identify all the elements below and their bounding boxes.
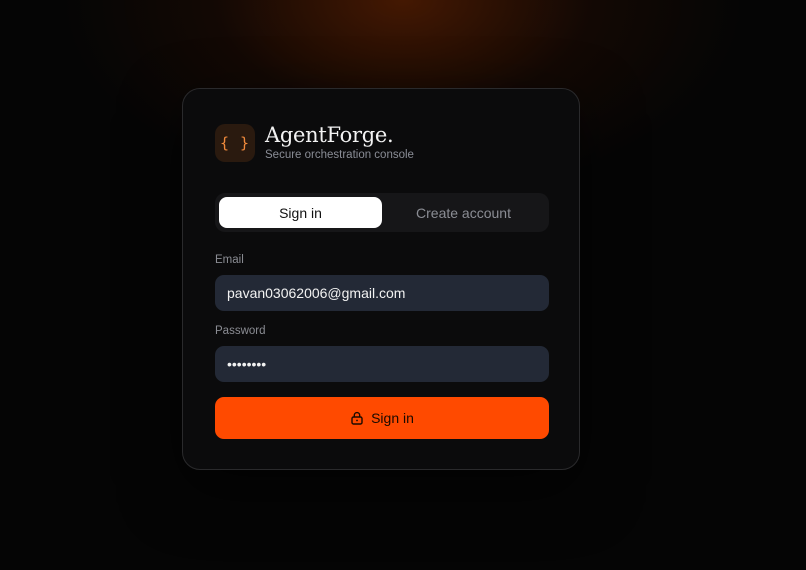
brand-header: { } AgentForge. Secure orchestration con… xyxy=(215,123,414,162)
brand-title: AgentForge. xyxy=(265,123,394,147)
sign-in-card: { } AgentForge. Secure orchestration con… xyxy=(182,88,580,470)
tab-sign-in[interactable]: Sign in xyxy=(219,197,382,228)
tab-create-account[interactable]: Create account xyxy=(382,197,545,228)
curly-braces-logo-icon: { } xyxy=(215,123,255,162)
email-field[interactable] xyxy=(215,275,549,311)
sign-in-button[interactable]: Sign in xyxy=(215,397,549,439)
email-label: Email xyxy=(215,254,244,266)
password-field[interactable] xyxy=(215,346,549,382)
brand-subtitle: Secure orchestration console xyxy=(265,149,414,161)
lock-icon xyxy=(350,411,364,425)
sign-in-button-label: Sign in xyxy=(371,410,414,426)
brand-text: AgentForge. Secure orchestration console xyxy=(265,123,414,162)
password-label: Password xyxy=(215,325,266,337)
auth-mode-tabs: Sign in Create account xyxy=(215,193,549,232)
